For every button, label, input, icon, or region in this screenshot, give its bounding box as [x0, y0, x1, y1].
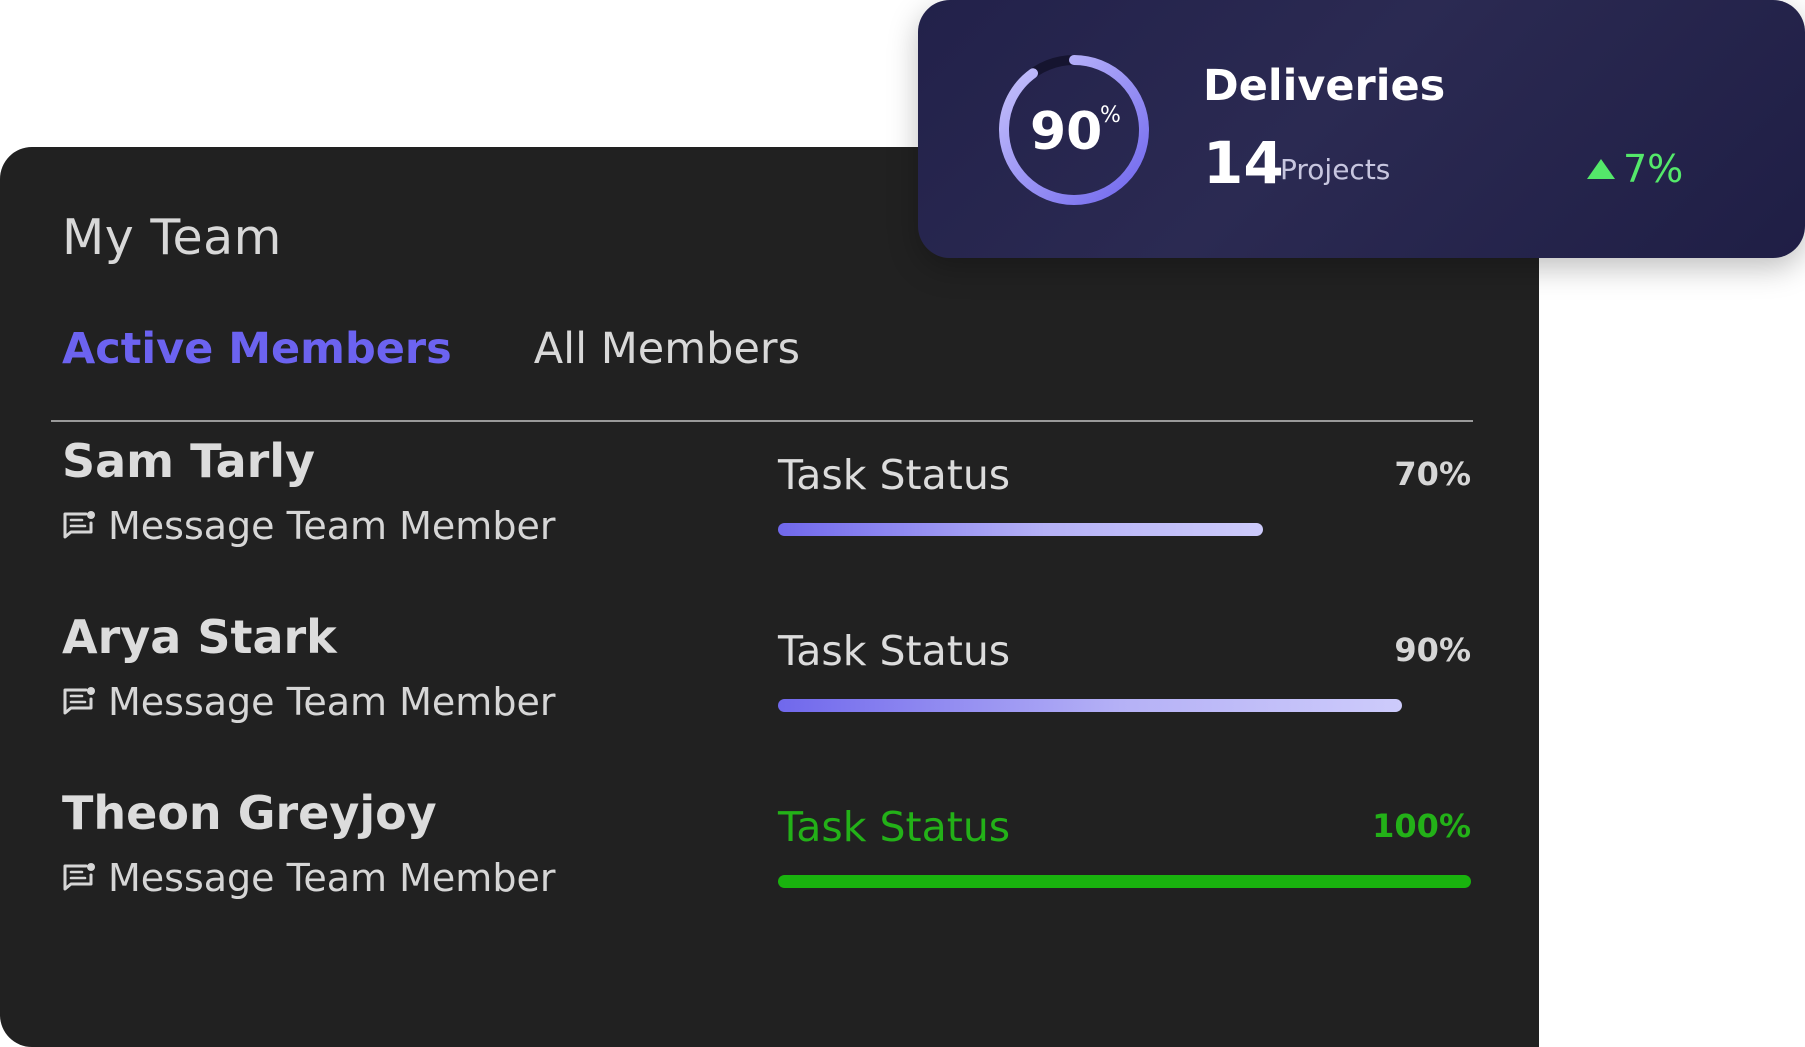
task-progress-fill — [778, 699, 1402, 712]
member-row: Sam Tarly Message Team Member Task Statu… — [0, 431, 1539, 561]
message-icon — [63, 863, 95, 891]
triangle-up-icon — [1587, 159, 1615, 179]
trend-value: 7% — [1623, 147, 1684, 191]
message-icon — [63, 511, 95, 539]
message-team-member-link[interactable]: Message Team Member — [62, 677, 555, 727]
member-name: Arya Stark — [62, 610, 337, 664]
task-status-percent: 90% — [1394, 631, 1471, 669]
task-status-percent: 70% — [1394, 455, 1471, 493]
message-icon — [63, 687, 95, 715]
task-status-label: Task Status — [778, 803, 1011, 851]
member-row: Arya Stark Message Team Member Task Stat… — [0, 607, 1539, 737]
message-team-member-link[interactable]: Message Team Member — [62, 501, 555, 551]
message-team-member-link[interactable]: Message Team Member — [62, 853, 555, 903]
message-label: Message Team Member — [108, 504, 556, 548]
message-label: Message Team Member — [108, 680, 556, 724]
ring-value: 90 — [1030, 102, 1103, 162]
member-name: Sam Tarly — [62, 434, 316, 488]
ring-unit: % — [1100, 103, 1121, 128]
deliveries-count-unit: Projects — [1280, 153, 1391, 186]
task-status-percent: 100% — [1372, 807, 1471, 845]
task-progress-bar — [778, 523, 1471, 536]
task-status-label: Task Status — [778, 451, 1011, 499]
tab-active-members[interactable]: Active Members — [62, 319, 452, 379]
message-label: Message Team Member — [108, 856, 556, 900]
tab-all-members[interactable]: All Members — [534, 319, 800, 379]
task-progress-bar — [778, 875, 1471, 888]
member-tabs: Active Members All Members — [62, 319, 800, 379]
task-progress-bar — [778, 699, 1471, 712]
deliveries-title: Deliveries — [1203, 61, 1446, 111]
card-title: My Team — [62, 209, 282, 266]
member-name: Theon Greyjoy — [62, 786, 437, 840]
task-progress-fill — [778, 523, 1264, 536]
deliveries-trend: 7% — [1585, 144, 1683, 194]
deliveries-card: 90 % Deliveries 14 Projects 7% — [918, 0, 1805, 258]
deliveries-count: 14 — [1203, 129, 1284, 197]
my-team-card: My Team Active Members All Members Sam T… — [0, 147, 1539, 1047]
member-row: Theon Greyjoy Message Team Member Task S… — [0, 783, 1539, 913]
tab-divider — [51, 420, 1473, 422]
task-status-label: Task Status — [778, 627, 1011, 675]
task-progress-fill — [778, 875, 1471, 888]
